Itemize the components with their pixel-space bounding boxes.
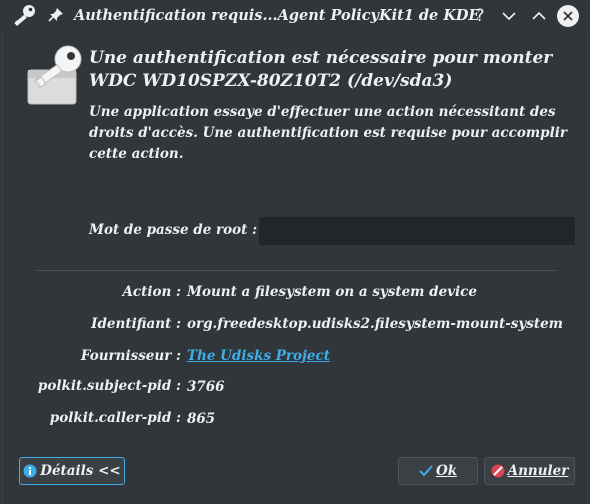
dialog-description: Une application essaye d'effectuer une a… [89, 104, 567, 162]
ok-button[interactable]: Ok [398, 457, 478, 485]
key-icon[interactable] [12, 4, 38, 32]
subject-pid-label: polkit.subject-pid : [37, 378, 181, 394]
cancel-button-label: Annuler [507, 463, 569, 479]
action-label: Action : [122, 284, 181, 300]
action-value: Mount a filesystem on a system device [187, 284, 477, 300]
password-label: Mot de passe de root : [89, 222, 258, 238]
cancel-icon [491, 464, 505, 478]
minimize-button[interactable] [499, 6, 519, 26]
ok-button-label: Ok [435, 463, 458, 479]
info-icon [23, 464, 37, 478]
chevron-up-icon [532, 11, 546, 20]
title-bar[interactable]: Authentification requis...Agent PolicyKi… [0, 0, 590, 32]
cancel-button[interactable]: Annuler [484, 457, 575, 485]
caller-pid-label: polkit.caller-pid : [49, 410, 181, 426]
password-input[interactable] [259, 217, 575, 245]
dialog-heading: Une authentification est nécessaire pour… [89, 48, 553, 91]
checkmark-icon [419, 465, 433, 477]
maximize-button[interactable] [529, 6, 549, 26]
window-title: Authentification requis...Agent PolicyKi… [74, 7, 480, 24]
details-divider [36, 270, 557, 271]
details-button-label: Détails << [40, 463, 121, 479]
vendor-link[interactable]: The Udisks Project [187, 348, 330, 364]
details-button[interactable]: Détails << [19, 457, 125, 485]
vendor-label: Fournisseur : [80, 348, 181, 364]
help-button[interactable]: ? [470, 6, 490, 26]
close-icon [563, 11, 573, 21]
key-icon [20, 44, 84, 112]
identifier-value: org.freedesktop.udisks2.filesystem-mount… [187, 316, 563, 332]
identifier-label: Identifiant : [91, 316, 181, 332]
chevron-down-icon [502, 12, 516, 21]
pin-icon[interactable] [48, 7, 64, 29]
caller-pid-value: 865 [187, 411, 216, 427]
subject-pid-value: 3766 [187, 379, 225, 395]
close-button[interactable] [557, 5, 579, 27]
